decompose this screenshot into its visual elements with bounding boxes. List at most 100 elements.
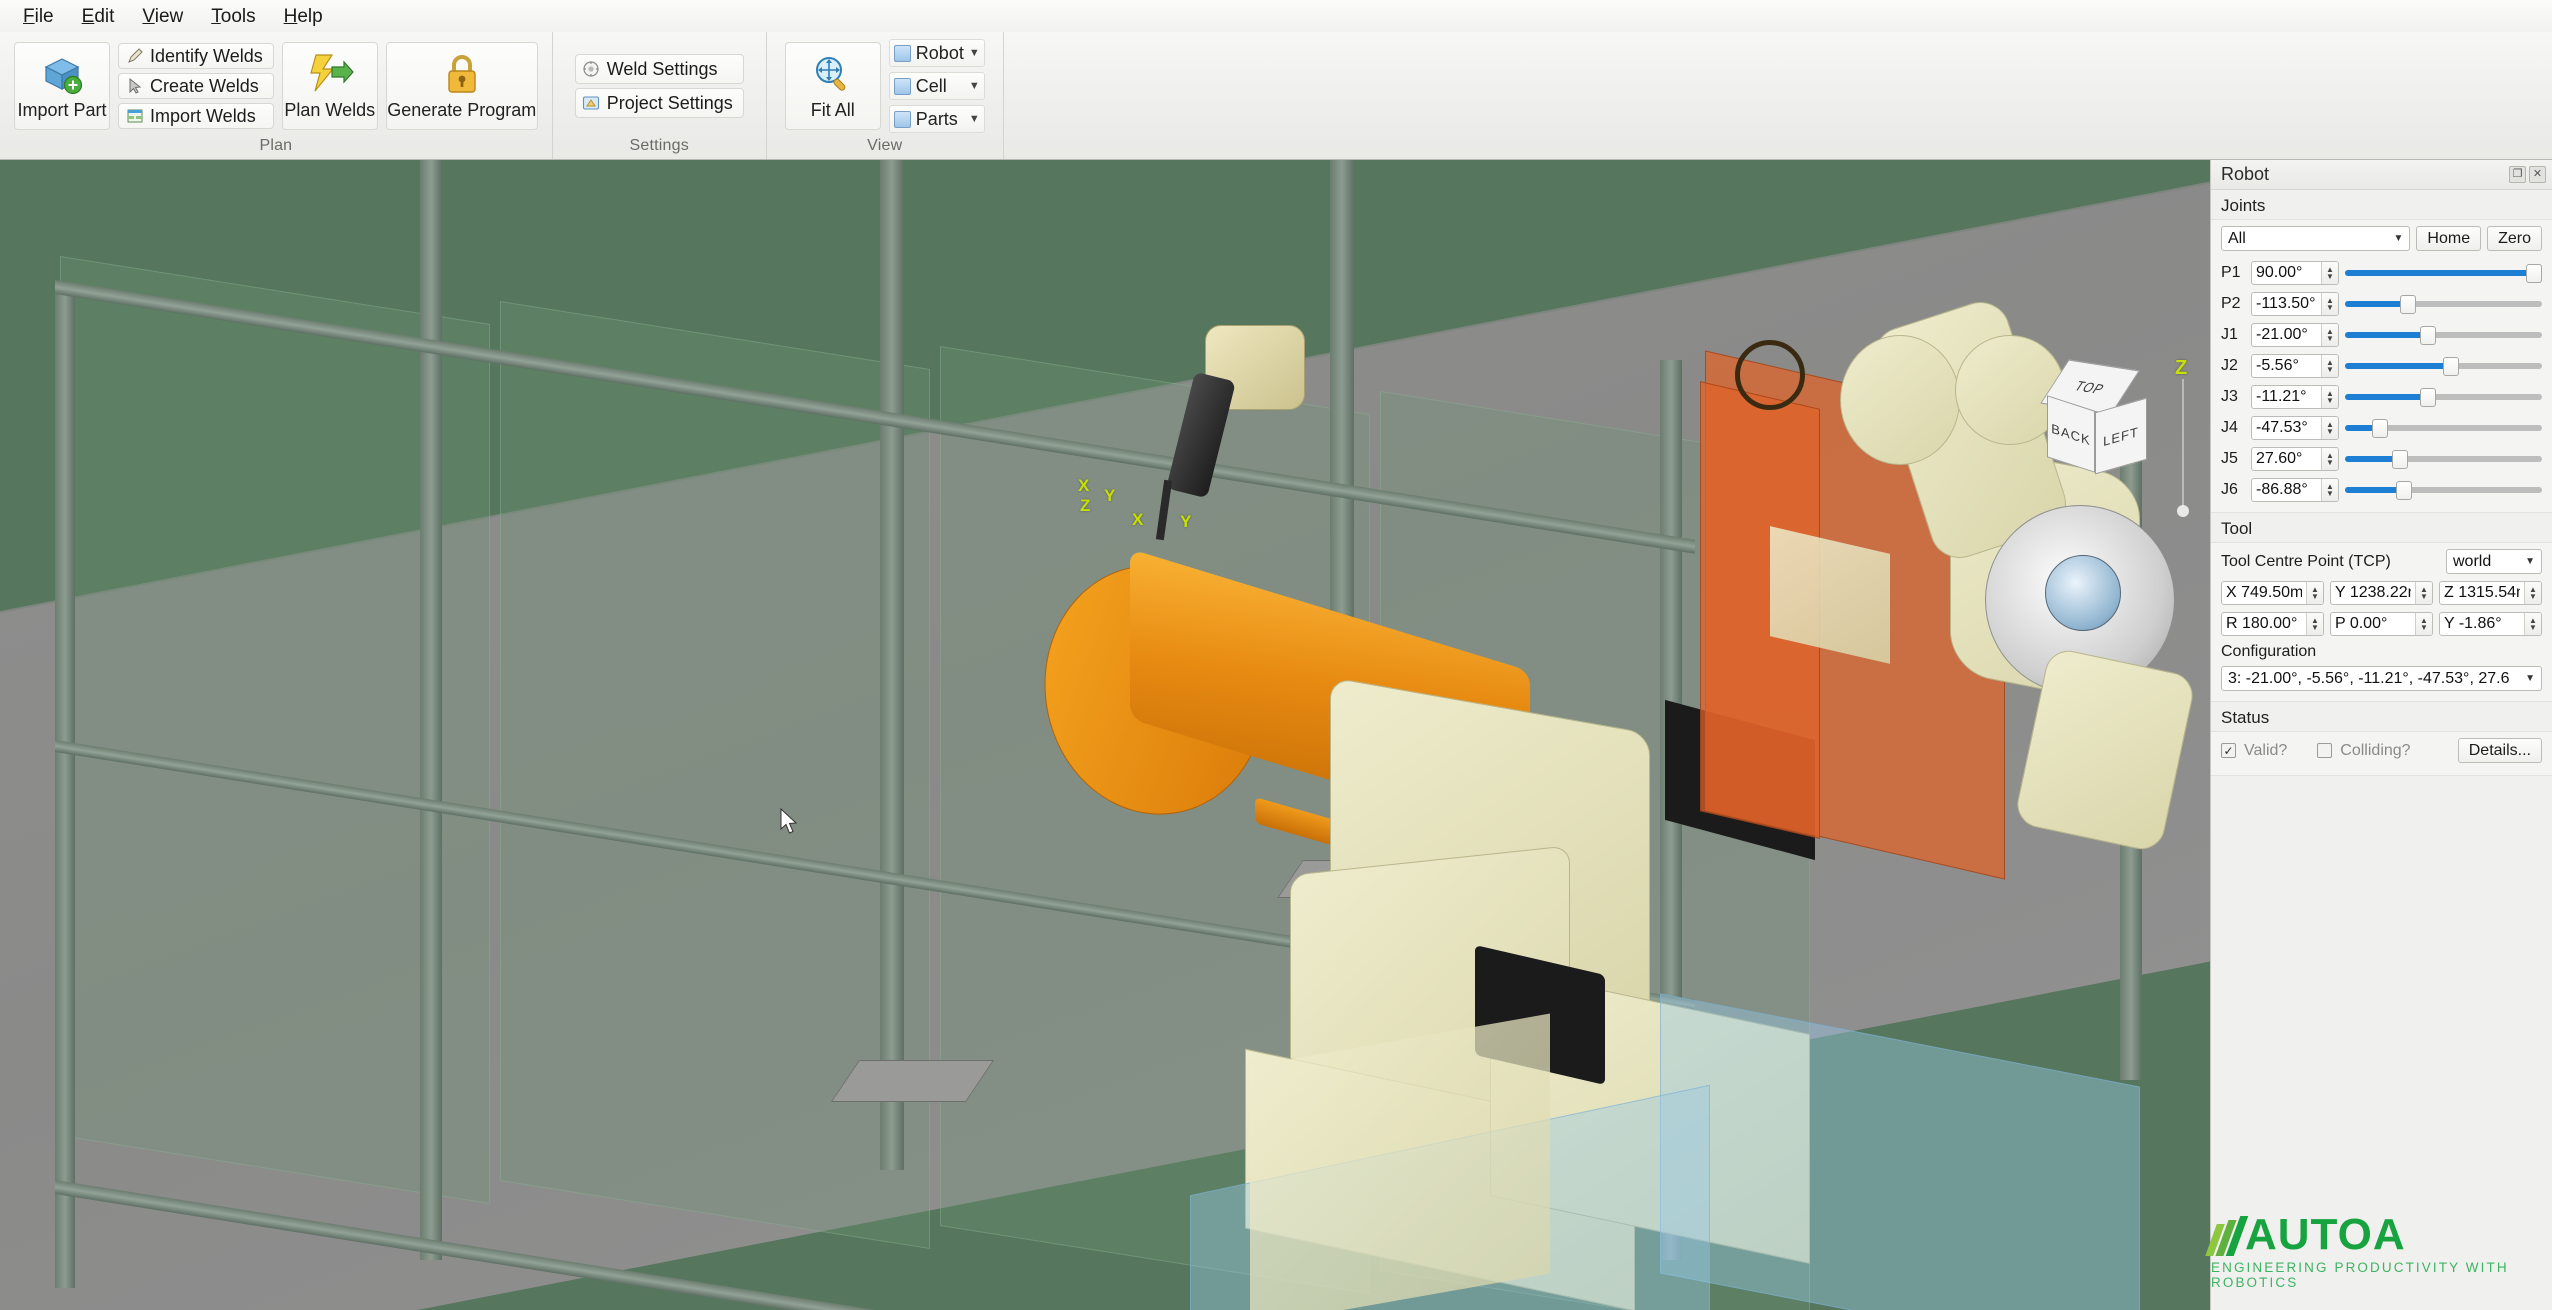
configuration-value: 3: -21.00°, -5.56°, -11.21°, -47.53°, 27… [2228,669,2510,687]
joint-input-p1[interactable] [2252,262,2321,284]
status-section: ✓ Valid? Colliding? Details... [2211,731,2552,776]
joint-selector-combo[interactable]: All ▼ [2221,226,2411,251]
parts-checkbox-icon[interactable] [893,110,911,128]
joint-input-j2[interactable] [2252,355,2321,377]
create-welds-button[interactable]: Create Welds [118,73,274,99]
robot-shoulder [1840,335,1960,465]
valid-checkbox-group[interactable]: ✓ Valid? [2221,742,2287,760]
spinner-arrows-icon[interactable]: ▲ ▼ [2524,613,2541,635]
menu-edit[interactable]: Edit [69,3,128,30]
spinner-arrows-icon[interactable]: ▲ ▼ [2321,448,2338,470]
tcp-frame-combo[interactable]: world ▼ [2446,549,2542,574]
tcp-z-spinner[interactable]: ▲▼ [2439,581,2542,605]
float-panel-icon[interactable]: ❐ [2509,166,2526,183]
axis-label-y1: Y [1104,486,1116,505]
chevron-down-icon[interactable]: ▼ [969,113,980,125]
joint-input-j6[interactable] [2252,479,2321,501]
joint-spinner-j6[interactable]: ▲▼ [2251,478,2339,502]
import-welds-button[interactable]: Import Welds [118,103,274,129]
tcp-y-spinner[interactable]: ▲▼ [2330,581,2433,605]
tcp-p-spinner[interactable]: ▲▼ [2330,612,2433,636]
joint-slider-j5[interactable] [2345,448,2542,470]
configuration-combo[interactable]: 3: -21.00°, -5.56°, -11.21°, -47.53°, 27… [2221,666,2542,691]
joint-row-p2: P2 ▲▼ [2221,292,2542,316]
spinner-arrows-icon[interactable]: ▲ ▼ [2321,262,2338,284]
spinner-arrows-icon[interactable]: ▲ ▼ [2321,417,2338,439]
valid-checkbox-icon[interactable]: ✓ [2221,743,2236,758]
joint-spinner-j5[interactable]: ▲▼ [2251,447,2339,471]
menu-help[interactable]: Help [271,3,336,30]
joint-slider-j4[interactable] [2345,417,2542,439]
spinner-arrows-icon[interactable]: ▲ ▼ [2306,582,2323,604]
identify-welds-button[interactable]: Identify Welds [118,43,274,69]
joint-input-j1[interactable] [2252,324,2321,346]
tcp-x-input[interactable] [2222,582,2306,604]
joint-slider-j1[interactable] [2345,324,2542,346]
axis-label-x2: X [1132,510,1144,529]
ribbon-group-settings: Weld Settings Project Settings Settings [551,32,766,159]
joint-slider-j2[interactable] [2345,355,2542,377]
spinner-arrows-icon[interactable]: ▲ ▼ [2321,355,2338,377]
joint-input-p2[interactable] [2252,293,2321,315]
view-cube-face-left[interactable]: LEFT [2095,397,2147,475]
tcp-r-input[interactable] [2222,613,2306,635]
joint-slider-j6[interactable] [2345,479,2542,501]
joint-slider-j3[interactable] [2345,386,2542,408]
toggle-robot-button[interactable]: Robot ▼ [888,39,985,67]
toggle-cell-button[interactable]: Cell ▼ [888,72,985,100]
joint-spinner-p1[interactable]: ▲▼ [2251,261,2339,285]
joint-spinner-j3[interactable]: ▲▼ [2251,385,2339,409]
joint-slider-p1[interactable] [2345,262,2543,284]
viewport-3d[interactable]: X Y Z X Y TOP BACK LEFT Z [0,160,2210,1310]
joint-spinner-j2[interactable]: ▲▼ [2251,354,2339,378]
close-icon[interactable]: ✕ [2529,166,2546,183]
tcp-x-spinner[interactable]: ▲▼ [2221,581,2324,605]
spinner-arrows-icon[interactable]: ▲ ▼ [2321,479,2338,501]
weld-settings-button[interactable]: Weld Settings [574,54,744,84]
joint-spinner-p2[interactable]: ▲▼ [2251,292,2339,316]
spinner-arrows-icon[interactable]: ▲ ▼ [2321,293,2338,315]
robot-checkbox-icon[interactable] [893,44,911,62]
tcp-z-input[interactable] [2440,582,2524,604]
ribbon-group-settings-label: Settings [629,137,689,154]
colliding-checkbox-group[interactable]: Colliding? [2317,742,2411,760]
joints-section: All ▼ Home Zero P1 ▲▼ P2 [2211,219,2552,513]
generate-program-button[interactable]: Generate Program [385,42,538,130]
lock-icon [444,51,480,97]
tcp-r-spinner[interactable]: ▲▼ [2221,612,2324,636]
zero-button[interactable]: Zero [2487,226,2542,251]
details-button[interactable]: Details... [2457,738,2542,763]
fit-all-button[interactable]: Fit All [784,42,881,130]
joint-slider-p2[interactable] [2345,293,2542,315]
chevron-down-icon[interactable]: ▼ [969,80,980,92]
joint-input-j5[interactable] [2252,448,2321,470]
fit-all-label: Fit All [810,100,855,120]
tcp-y-input[interactable] [2331,582,2415,604]
colliding-checkbox-icon[interactable] [2317,743,2333,758]
spinner-arrows-icon[interactable]: ▲ ▼ [2306,613,2323,635]
menu-tools[interactable]: Tools [198,3,268,30]
joint-input-j4[interactable] [2252,417,2321,439]
spinner-arrows-icon[interactable]: ▲ ▼ [2415,582,2432,604]
plan-welds-button[interactable]: Plan Welds [281,42,378,130]
toggle-parts-button[interactable]: Parts ▼ [888,105,985,133]
joint-spinner-j4[interactable]: ▲▼ [2251,416,2339,440]
tcp-p-input[interactable] [2331,613,2415,635]
project-settings-button[interactable]: Project Settings [574,88,744,118]
menu-view[interactable]: View [129,3,196,30]
spinner-arrows-icon[interactable]: ▲ ▼ [2415,613,2432,635]
joint-input-j3[interactable] [2252,386,2321,408]
view-cube[interactable]: TOP BACK LEFT Z [2040,357,2189,517]
tcp-yaw-spinner[interactable]: ▲▼ [2439,612,2542,636]
import-part-button[interactable]: Import Part [14,42,110,130]
spinner-arrows-icon[interactable]: ▲ ▼ [2321,324,2338,346]
cell-checkbox-icon[interactable] [893,77,911,95]
menu-file[interactable]: File [10,3,67,30]
joint-spinner-j1[interactable]: ▲▼ [2251,323,2339,347]
spinner-arrows-icon[interactable]: ▲ ▼ [2524,582,2541,604]
home-button[interactable]: Home [2416,226,2482,251]
joint-row-j6: J6 ▲▼ [2221,478,2542,502]
spinner-arrows-icon[interactable]: ▲ ▼ [2321,386,2338,408]
tcp-yaw-input[interactable] [2440,613,2524,635]
chevron-down-icon[interactable]: ▼ [969,47,980,59]
